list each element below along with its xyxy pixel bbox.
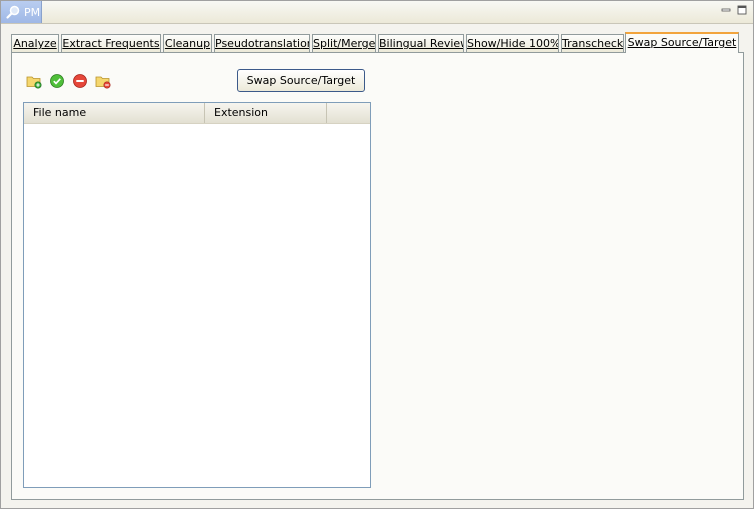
view-tab[interactable]: PM <box>1 1 42 23</box>
tab-split-merge[interactable]: Split/Merge <box>312 34 376 52</box>
add-folder-icon[interactable] <box>26 73 42 89</box>
tab-extract-frequents[interactable]: Extract Frequents <box>61 34 161 52</box>
file-table[interactable]: File name Extension <box>23 102 371 488</box>
window-title: PM <box>24 5 41 19</box>
tab-transcheck[interactable]: Transcheck <box>561 34 624 52</box>
remove-folder-icon[interactable] <box>95 73 111 89</box>
remove-icon[interactable] <box>72 73 88 89</box>
tab-cleanup[interactable]: Cleanup <box>163 34 212 52</box>
tab-swap-source-target[interactable]: Swap Source/Target <box>625 32 739 53</box>
app-window: PM Analyze Extract Frequents Cleanup Pse… <box>0 0 754 509</box>
swap-source-target-button[interactable]: Swap Source/Target <box>237 69 365 92</box>
title-bar: PM <box>1 1 753 24</box>
tab-bilingual-review[interactable]: Bilingual Review <box>378 34 464 52</box>
maximize-icon[interactable] <box>737 5 747 15</box>
check-icon[interactable] <box>49 73 65 89</box>
table-header: File name Extension <box>24 103 370 124</box>
search-icon <box>5 4 21 20</box>
column-file-name[interactable]: File name <box>24 103 205 123</box>
tab-show-hide-100[interactable]: Show/Hide 100% <box>466 34 559 52</box>
column-extension[interactable]: Extension <box>205 103 327 123</box>
tab-analyze[interactable]: Analyze <box>11 34 59 52</box>
tab-pseudotranslation[interactable]: Pseudotranslation <box>214 34 310 52</box>
minimize-icon[interactable] <box>721 5 731 15</box>
